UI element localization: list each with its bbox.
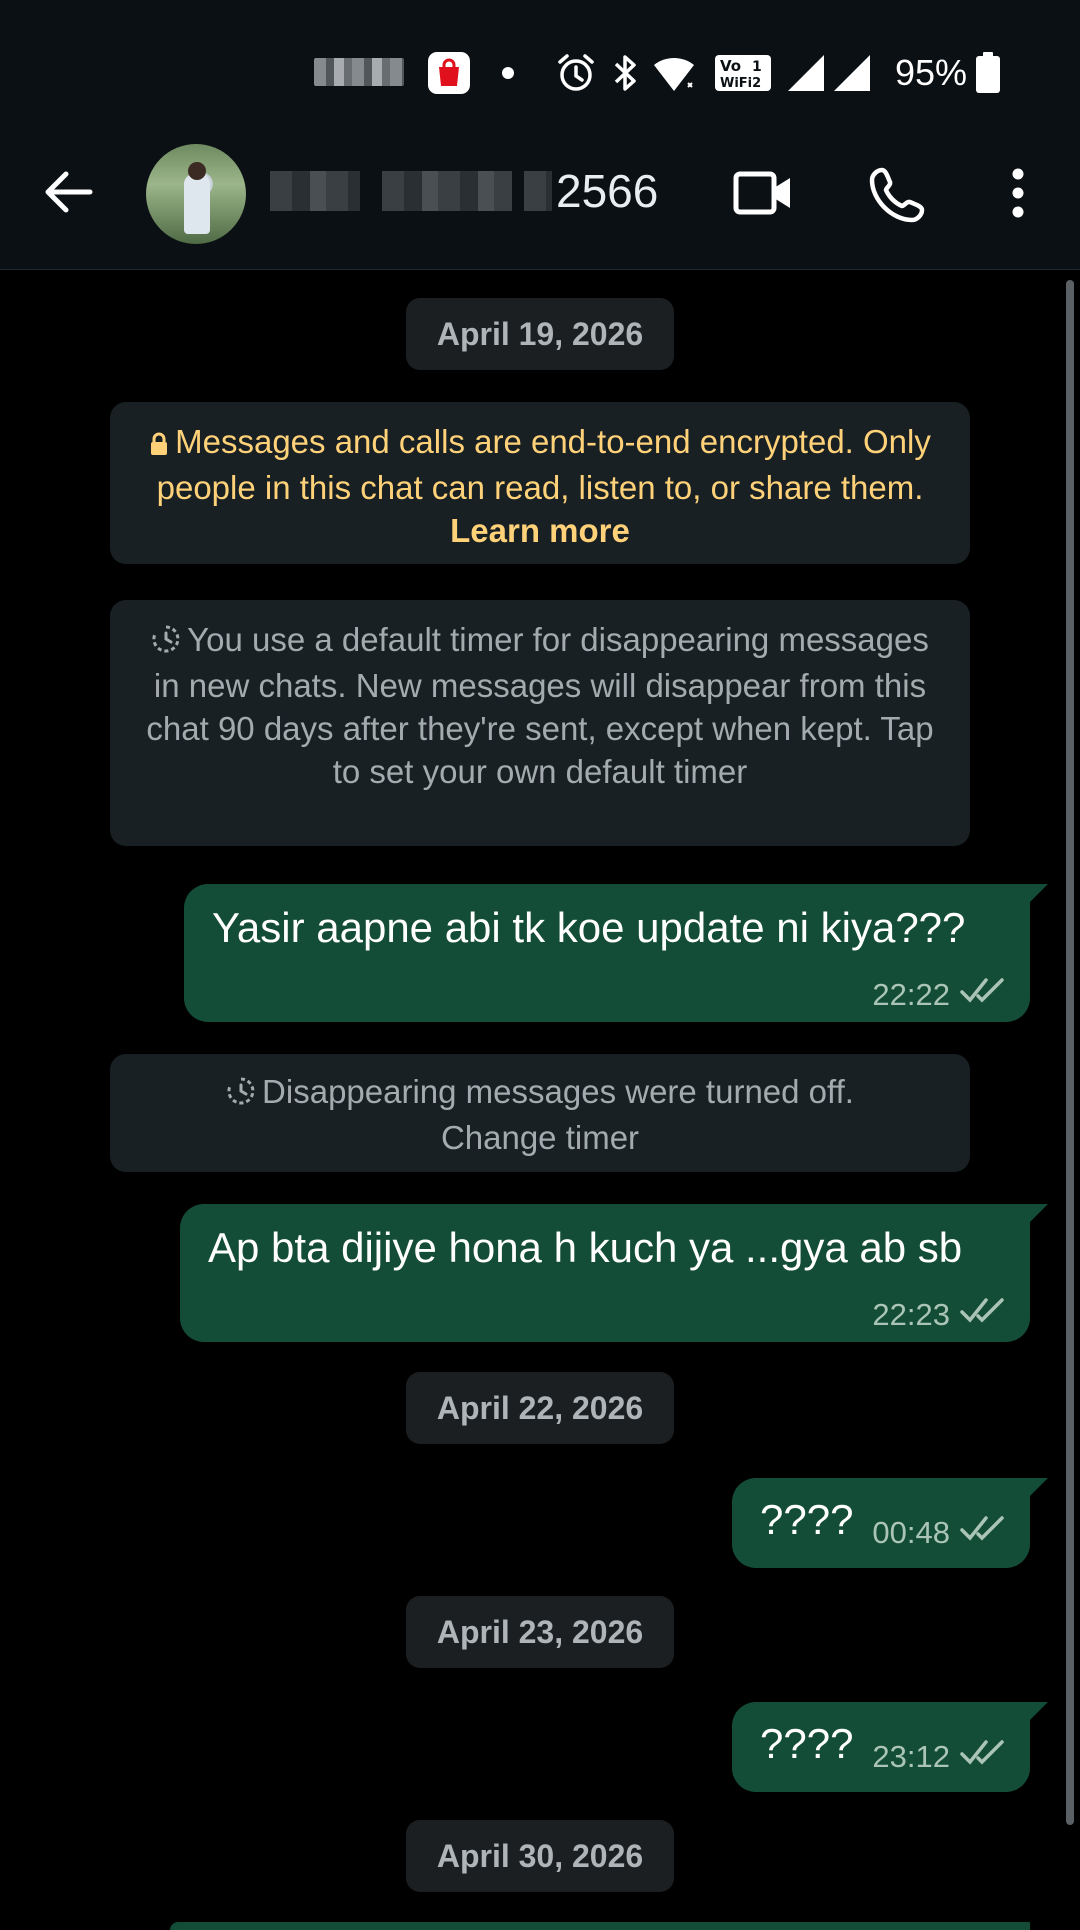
voice-call-icon[interactable] [868, 164, 928, 229]
message-meta: 22:23 [872, 1296, 1006, 1334]
message-bubble[interactable]: ???? 23:12 [732, 1702, 1048, 1792]
lock-icon [149, 423, 169, 466]
date-separator: April 19, 2026 [406, 298, 674, 370]
double-check-icon [960, 976, 1006, 1014]
message-bubble[interactable]: ???? 00:48 [732, 1478, 1048, 1568]
double-check-icon [960, 1738, 1006, 1776]
alarm-icon [556, 52, 596, 94]
date-separator: April 30, 2026 [406, 1820, 674, 1892]
disappearing-timer-notice[interactable]: You use a default timer for disappearing… [110, 600, 970, 846]
message-text: Ap bta dijiye hona h kuch ya ...gya ab s… [208, 1224, 963, 1271]
blurred-name-part [524, 171, 552, 211]
double-check-icon [960, 1296, 1006, 1334]
volte-icon: Vo WiFi2 1 [714, 52, 772, 94]
blurred-name-part [382, 171, 512, 211]
timer-icon [151, 621, 181, 664]
back-arrow-icon[interactable] [40, 164, 96, 225]
notification-dot-icon [502, 67, 514, 79]
avatar[interactable] [146, 144, 246, 244]
scrollbar[interactable] [1066, 280, 1074, 1825]
message-meta: 23:12 [872, 1738, 1006, 1776]
message-bubble[interactable]: Yasir aapne abi tk koe update ni kiya???… [184, 884, 1048, 1022]
encryption-text: Messages and calls are end-to-end encryp… [156, 423, 931, 506]
encryption-notice[interactable]: Messages and calls are end-to-end encryp… [110, 402, 970, 564]
date-separator: April 23, 2026 [406, 1596, 674, 1668]
wifi-icon [652, 52, 696, 94]
message-time: 22:23 [872, 1297, 950, 1332]
message-time: 00:48 [872, 1515, 950, 1550]
message-bubble-partial[interactable] [170, 1922, 1030, 1930]
message-meta: 00:48 [872, 1514, 1006, 1552]
video-call-icon[interactable] [732, 166, 794, 225]
svg-text:Vo: Vo [720, 57, 741, 75]
message-text: Yasir aapne abi tk koe update ni kiya??? [212, 904, 966, 951]
message-time: 22:22 [872, 977, 950, 1012]
learn-more-link[interactable]: Learn more [450, 512, 630, 549]
battery-percent: 95% [895, 52, 968, 93]
blurred-notification-icons [314, 58, 404, 86]
bluetooth-icon [610, 52, 640, 94]
contact-name[interactable]: 2566 [270, 160, 658, 222]
timer-notice-text: You use a default timer for disappearing… [146, 621, 934, 790]
blurred-name-part [270, 171, 360, 211]
svg-text:1: 1 [752, 59, 762, 75]
shopping-bag-icon [428, 52, 470, 94]
disappearing-off-notice[interactable]: Disappearing messages were turned off. C… [110, 1054, 970, 1172]
status-bar: Vo WiFi2 1 95% [0, 0, 1080, 130]
message-text: ???? [760, 1496, 854, 1543]
message-text: ???? [760, 1720, 854, 1767]
change-timer-link[interactable]: Change timer [441, 1119, 639, 1156]
svg-text:WiFi2: WiFi2 [720, 76, 761, 91]
date-separator: April 22, 2026 [406, 1372, 674, 1444]
more-options-icon[interactable] [1006, 168, 1030, 223]
battery-icon [974, 52, 1002, 94]
double-check-icon [960, 1514, 1006, 1552]
signal-icon-2 [832, 52, 872, 94]
message-bubble[interactable]: Ap bta dijiye hona h kuch ya ...gya ab s… [180, 1204, 1048, 1342]
disappearing-off-text: Disappearing messages were turned off. [262, 1073, 854, 1110]
contact-name-suffix: 2566 [556, 165, 659, 217]
timer-icon [226, 1073, 256, 1116]
message-time: 23:12 [872, 1739, 950, 1774]
signal-icon-1 [786, 52, 826, 94]
message-meta: 22:22 [872, 976, 1006, 1014]
